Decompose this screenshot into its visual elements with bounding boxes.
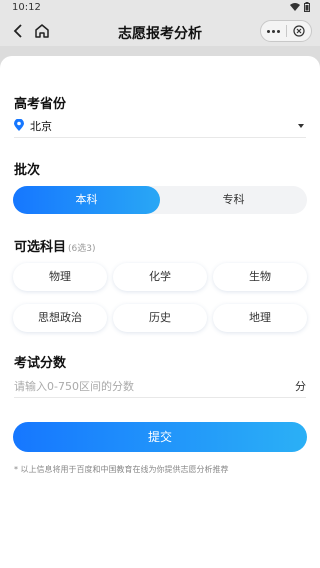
close-circle-icon [293, 25, 305, 37]
close-button[interactable] [287, 25, 312, 37]
province-value: 北京 [30, 120, 52, 133]
location-pin-icon [14, 119, 24, 131]
subject-chip-history[interactable]: 历史 [113, 304, 207, 332]
subjects-label: 可选科目 (6选3) [14, 236, 96, 255]
score-unit: 分 [295, 380, 306, 393]
subject-chip-geography[interactable]: 地理 [213, 304, 307, 332]
subject-chip-biology[interactable]: 生物 [213, 263, 307, 291]
batch-option-junior-college[interactable]: 专科 [160, 186, 307, 214]
dropdown-arrow-icon [298, 124, 304, 128]
score-label: 考试分数 [14, 356, 67, 371]
more-dot-icon [271, 29, 275, 33]
subject-chip-physics[interactable]: 物理 [13, 263, 107, 291]
score-input[interactable] [14, 376, 274, 396]
more-button[interactable] [261, 29, 286, 33]
province-label: 高考省份 [14, 97, 67, 112]
subjects-label-text: 可选科目 [14, 240, 67, 255]
more-dot-icon [276, 29, 280, 33]
province-select[interactable]: 北京 [14, 116, 306, 138]
status-bar: 10:12 [0, 0, 320, 16]
batch-option-undergraduate[interactable]: 本科 [13, 186, 160, 214]
batch-toggle: 本科 专科 [13, 186, 307, 214]
score-field: 分 [14, 376, 306, 398]
subjects-hint: (6选3) [68, 244, 96, 254]
battery-icon [304, 2, 310, 12]
status-icons [290, 2, 310, 12]
wifi-icon [290, 3, 300, 11]
mini-program-capsule [260, 20, 312, 42]
nav-bar: 志愿报考分析 [0, 16, 320, 46]
subject-chip-chemistry[interactable]: 化学 [113, 263, 207, 291]
submit-button[interactable]: 提交 [13, 422, 307, 452]
batch-label: 批次 [14, 163, 41, 178]
subject-chip-politics[interactable]: 思想政治 [13, 304, 107, 332]
disclaimer-text: * 以上信息将用于百度和中国教育在线为你提供志愿分析推荐 [14, 465, 229, 474]
more-dot-icon [266, 29, 270, 33]
status-time: 10:12 [12, 2, 41, 13]
